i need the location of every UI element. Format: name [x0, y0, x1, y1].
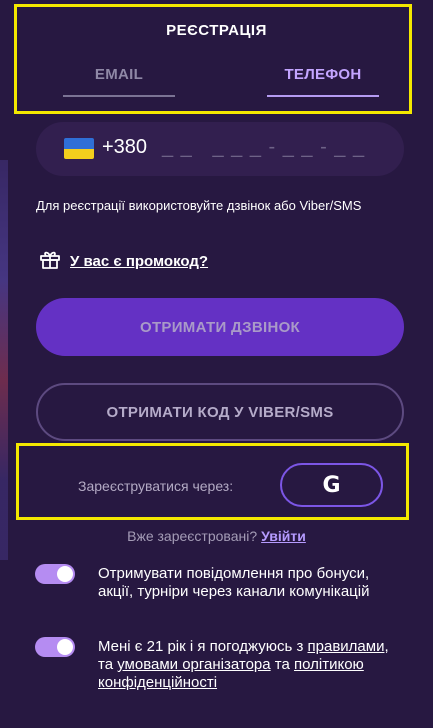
login-row: Вже зареєстровані? Увійти	[0, 528, 433, 544]
phone-input[interactable]: +380 _ _ _ _ _ - _ _ - _ _	[36, 122, 404, 176]
consent-text: Мені є 21 рік і я погоджуюсь з	[98, 638, 308, 655]
ukraine-flag-icon	[64, 138, 94, 159]
get-call-button[interactable]: ОТРИМАТИ ДЗВІНОК	[36, 298, 404, 356]
age-terms-consent: Мені є 21 рік і я погоджуюсь з правилами…	[98, 638, 398, 692]
promo-code-link[interactable]: У вас є промокод?	[38, 248, 208, 274]
gift-icon	[38, 247, 62, 276]
rules-link[interactable]: правилами	[308, 638, 385, 655]
toggle-knob	[57, 566, 73, 582]
registration-hint: Для реєстрації використовуйте дзвінок аб…	[36, 198, 362, 213]
promo-code-label: У вас є промокод?	[70, 252, 209, 270]
phone-mask: _ _ _ _ _ - _ _ - _ _	[162, 136, 366, 158]
get-sms-code-button[interactable]: ОТРИМАТИ КОД У VIBER/SMS	[36, 383, 404, 441]
notifications-toggle[interactable]	[35, 564, 75, 584]
consent-text: та	[270, 656, 295, 673]
highlight-box-social	[16, 443, 409, 520]
country-code: +380	[102, 136, 148, 158]
registration-page: РЕЄСТРАЦІЯ EMAIL ТЕЛЕФОН +380 _ _ _ _ _ …	[0, 0, 433, 728]
organizer-terms-link[interactable]: умовами організатора	[117, 656, 270, 673]
login-prompt: Вже зареєстровані?	[127, 528, 258, 544]
login-link[interactable]: Увійти	[261, 528, 306, 544]
notifications-consent-text: Отримувати повідомлення про бонуси, акці…	[98, 565, 370, 600]
toggle-knob	[57, 639, 73, 655]
age-terms-toggle[interactable]	[35, 637, 75, 657]
background-art	[0, 160, 8, 560]
highlight-box-header	[14, 4, 412, 114]
